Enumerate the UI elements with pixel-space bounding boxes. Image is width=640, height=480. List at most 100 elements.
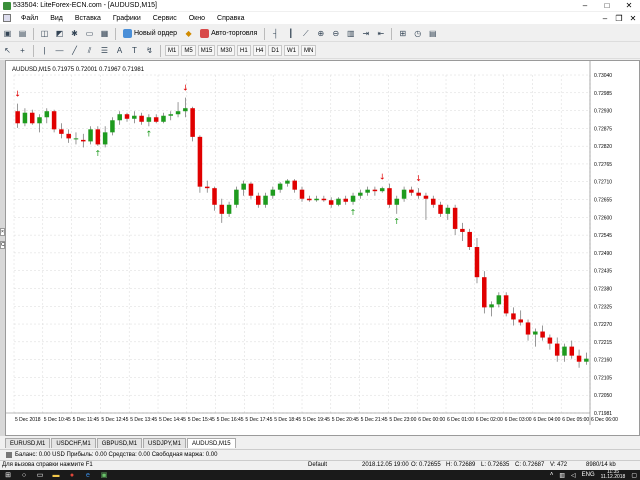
bar-chart-icon[interactable]: ┤ bbox=[270, 28, 281, 39]
text-icon[interactable]: A bbox=[114, 45, 125, 56]
timeframe-mn[interactable]: MN bbox=[301, 45, 317, 56]
channel-icon[interactable]: ⫽ bbox=[84, 45, 95, 56]
timeframe-m30[interactable]: M30 bbox=[217, 45, 236, 56]
notifications-icon[interactable]: ▢ bbox=[631, 472, 637, 479]
meta-editor-icon[interactable]: ◆ bbox=[183, 28, 194, 39]
mdi-minimize-icon[interactable]: – bbox=[598, 14, 612, 23]
minimize-icon[interactable]: – bbox=[574, 1, 596, 10]
tab-usdchf[interactable]: USDCHF,M1 bbox=[51, 438, 96, 448]
metatrader-icon[interactable]: ▣ bbox=[96, 470, 112, 480]
menu-file[interactable]: Файл bbox=[21, 15, 38, 22]
new-chart-icon[interactable]: ▣ bbox=[2, 28, 13, 39]
strategy-tester-icon[interactable]: ▦ bbox=[99, 28, 110, 39]
tray-up-icon[interactable]: ˄ bbox=[550, 472, 554, 478]
time-label: 5 Dec 2018 bbox=[15, 417, 41, 423]
network-icon[interactable]: ▥ bbox=[559, 472, 565, 479]
chart-window[interactable]: ↓ ↑ ↑ ↓ ↑ ↓ ↑ ↓ 0.73040 0.72985 0.72930 0.72875 0.7… bbox=[5, 60, 640, 436]
profiles-icon[interactable]: ▤ bbox=[17, 28, 28, 39]
candle-body bbox=[365, 189, 370, 193]
volume-icon[interactable]: ◁ bbox=[571, 472, 576, 479]
candle-body bbox=[328, 200, 334, 205]
trendline-icon[interactable]: ╱ bbox=[69, 45, 80, 56]
horizontal-line-icon[interactable]: — bbox=[54, 45, 65, 56]
timeframe-m15[interactable]: M15 bbox=[197, 45, 216, 56]
tab-usdjpy[interactable]: USDJPY,M1 bbox=[143, 438, 186, 448]
crosshair-icon[interactable]: + bbox=[17, 45, 28, 56]
candle-body bbox=[379, 188, 385, 192]
mdi-restore-icon[interactable]: ❐ bbox=[612, 14, 626, 23]
tab-eurusd[interactable]: EURUSD,M1 bbox=[5, 438, 51, 448]
maximize-icon[interactable]: □ bbox=[596, 1, 618, 10]
status-close: C: 0.72687 bbox=[515, 462, 545, 468]
time-label: 5 Dec 18:45 bbox=[274, 417, 301, 423]
candle-body bbox=[73, 138, 79, 140]
chrome-icon[interactable]: ● bbox=[64, 470, 80, 480]
indicators-icon[interactable]: ⊞ bbox=[397, 28, 408, 39]
chart-header: AUDUSD,M15 0.71975 0.72001 0.71967 0.719… bbox=[12, 67, 145, 73]
price-chart[interactable]: ↓ ↑ ↑ ↓ ↑ ↓ ↑ ↓ 0.73040 0.72985 0.72930 0.72875 0.7… bbox=[6, 61, 640, 437]
chart-shift-icon[interactable]: ⇥ bbox=[360, 28, 371, 39]
text-label-icon[interactable]: T bbox=[129, 45, 140, 56]
time-label: 5 Dec 14:45 bbox=[159, 417, 186, 423]
sell-arrow: ↓ bbox=[379, 173, 386, 182]
start-icon[interactable]: ⊞ bbox=[0, 470, 16, 480]
menu-help[interactable]: Справка bbox=[217, 15, 244, 22]
mdi-close-icon[interactable]: ✕ bbox=[626, 14, 640, 23]
arrows-icon[interactable]: ↯ bbox=[144, 45, 155, 56]
timeframe-m5[interactable]: M5 bbox=[181, 45, 196, 56]
time-label: 6 Dec 03:00 bbox=[505, 417, 532, 423]
task-view-icon[interactable]: ▭ bbox=[32, 470, 48, 480]
auto-trading-button[interactable]: Авто-торговля bbox=[196, 27, 261, 40]
timeframe-m1[interactable]: M1 bbox=[165, 45, 180, 56]
menu-insert[interactable]: Вставка bbox=[75, 15, 101, 22]
status-open: O: 0.72655 bbox=[411, 462, 441, 468]
line-chart-icon[interactable]: ⟋ bbox=[300, 28, 311, 39]
cursor-icon[interactable]: ↖ bbox=[2, 45, 13, 56]
clock[interactable]: 11:35 11.12.2018 bbox=[598, 470, 629, 480]
timeframe-h4[interactable]: H4 bbox=[252, 45, 267, 56]
zoom-out-icon[interactable]: ⊖ bbox=[330, 28, 341, 39]
candle-body bbox=[37, 117, 42, 124]
fibonacci-icon[interactable]: ☰ bbox=[99, 45, 110, 56]
autoscroll-icon[interactable]: ⇤ bbox=[375, 28, 386, 39]
search-icon[interactable]: ○ bbox=[16, 470, 32, 480]
candle-body bbox=[22, 112, 28, 124]
time-label: 5 Dec 10:45 bbox=[44, 417, 71, 423]
data-window-icon[interactable]: ◩ bbox=[54, 28, 65, 39]
edge-icon[interactable]: e bbox=[80, 470, 96, 480]
candle-body bbox=[533, 331, 538, 335]
candle-body bbox=[569, 346, 575, 356]
tile-windows-icon[interactable]: ▥ bbox=[345, 28, 356, 39]
timeframe-w1[interactable]: W1 bbox=[284, 45, 300, 56]
candle-body bbox=[29, 112, 35, 124]
buy-arrow: ↑ bbox=[393, 217, 400, 226]
terminal-toggle-icon[interactable] bbox=[6, 451, 12, 458]
zoom-in-icon[interactable]: ⊕ bbox=[315, 28, 326, 39]
menu-charts[interactable]: Графики bbox=[113, 15, 141, 22]
new-order-button[interactable]: Новый ордер bbox=[119, 27, 181, 40]
menu-tools[interactable]: Сервис bbox=[153, 15, 177, 22]
timeframe-h1[interactable]: H1 bbox=[237, 45, 251, 56]
templates-icon[interactable]: ▤ bbox=[427, 28, 438, 39]
buy-arrow: ↑ bbox=[146, 129, 153, 138]
navigator-icon[interactable]: ✱ bbox=[69, 28, 80, 39]
menu-view[interactable]: Вид bbox=[50, 15, 63, 22]
vertical-line-icon[interactable]: | bbox=[39, 45, 50, 56]
candle-body bbox=[175, 111, 181, 115]
tab-audusd[interactable]: AUDUSD,M15 bbox=[186, 438, 236, 448]
candle-body bbox=[51, 111, 57, 130]
explorer-icon[interactable]: ▬ bbox=[48, 470, 64, 480]
candlestick-icon[interactable]: ┃ bbox=[285, 28, 296, 39]
periods-icon[interactable]: ◷ bbox=[412, 28, 423, 39]
candle-body bbox=[307, 198, 312, 201]
candle-body bbox=[153, 117, 159, 122]
price-label: 0.72050 bbox=[594, 393, 612, 399]
tab-gbpusd[interactable]: GBPUSD,M1 bbox=[96, 438, 143, 448]
language-indicator[interactable]: ENG bbox=[582, 472, 595, 478]
terminal-icon[interactable]: ▭ bbox=[84, 28, 95, 39]
market-watch-icon[interactable]: ◫ bbox=[39, 28, 50, 39]
candle-body bbox=[452, 207, 458, 229]
menu-window[interactable]: Окно bbox=[189, 15, 205, 22]
close-icon[interactable]: ✕ bbox=[618, 1, 640, 10]
timeframe-d1[interactable]: D1 bbox=[268, 45, 283, 56]
